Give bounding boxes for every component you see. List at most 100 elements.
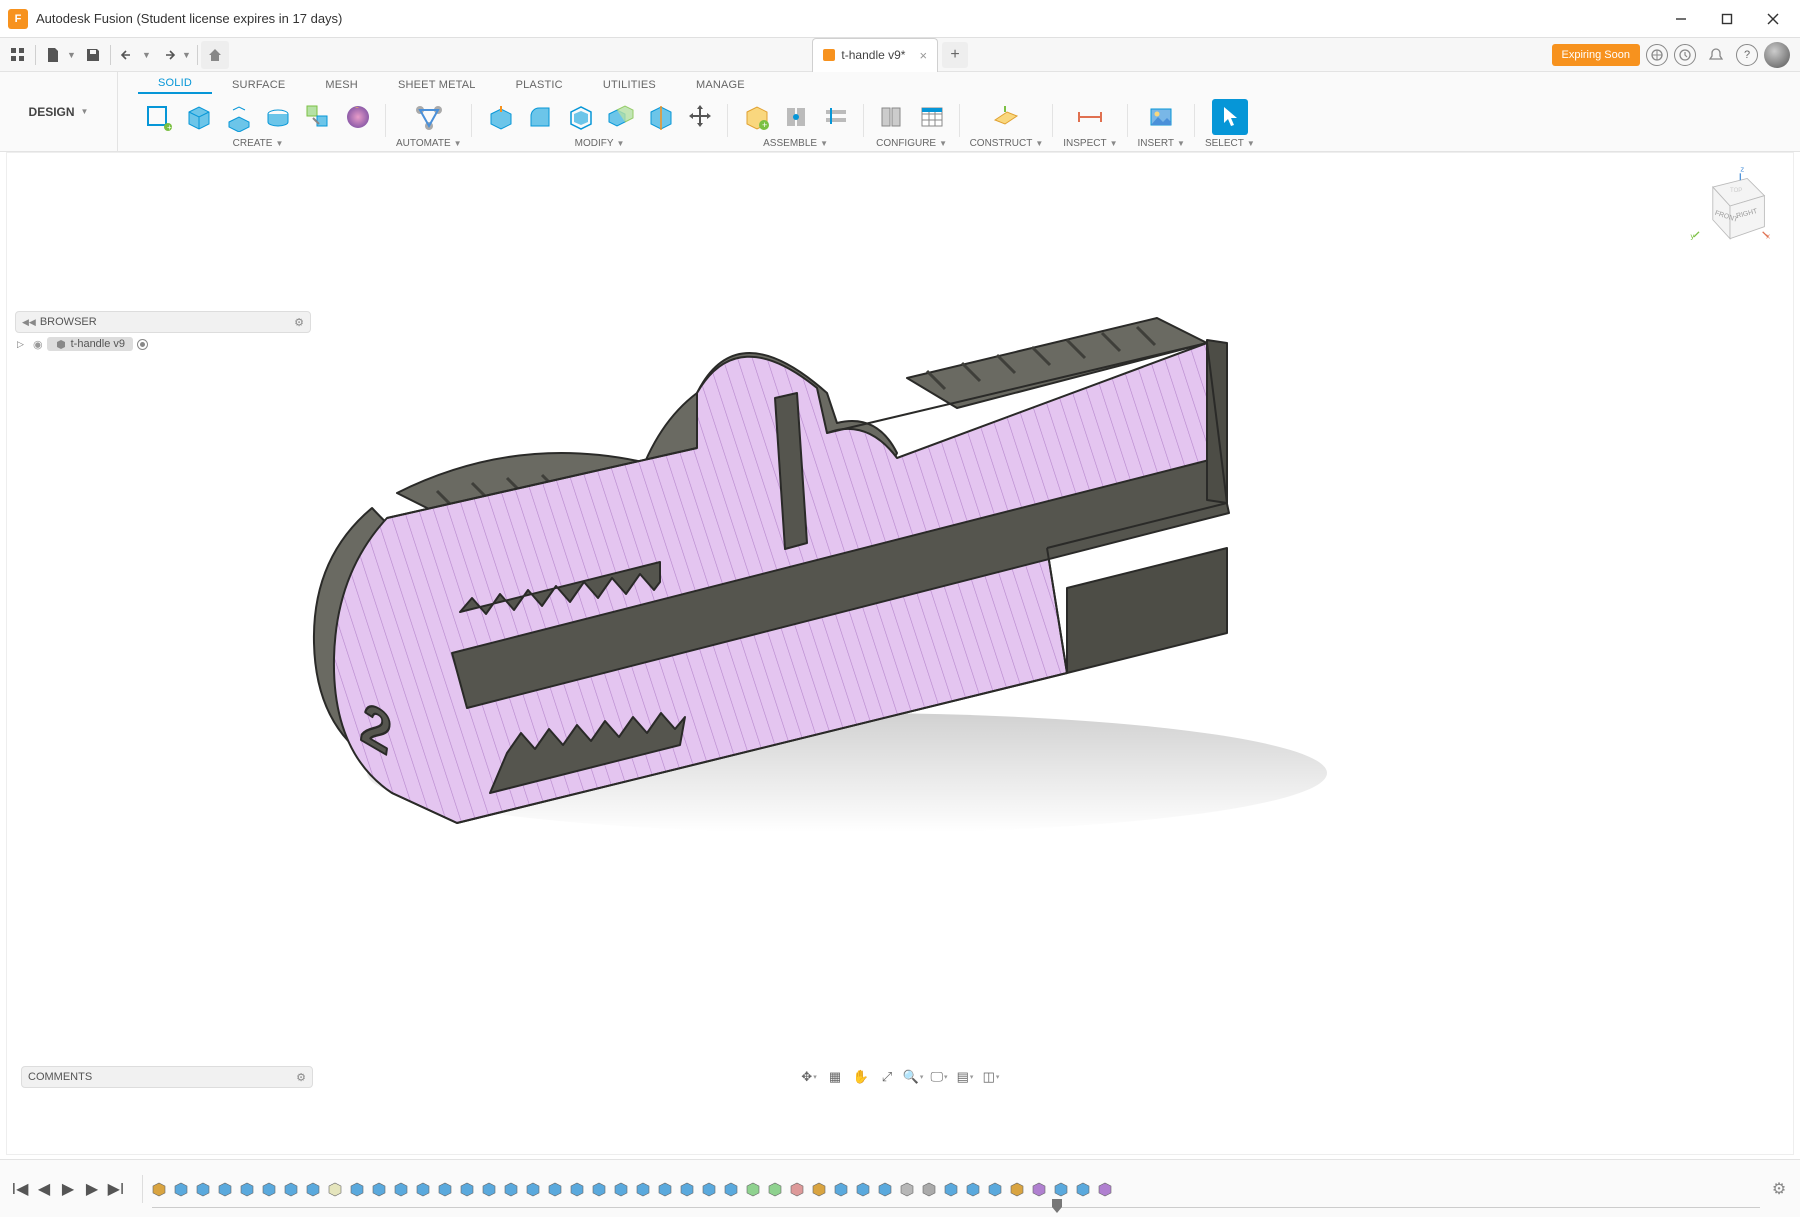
notifications-button[interactable] [1702,41,1730,69]
job-status-button[interactable] [1674,44,1696,66]
timeline-settings-button[interactable]: ⚙ [1768,1178,1790,1200]
timeline-feature[interactable] [655,1179,675,1199]
look-at-icon[interactable]: ▦ [824,1066,846,1088]
visibility-icon[interactable]: ◉ [33,338,43,351]
timeline-feature[interactable] [985,1179,1005,1199]
timeline-forward-button[interactable]: ▶ [82,1179,102,1199]
timeline-feature[interactable] [1073,1179,1093,1199]
timeline-feature[interactable] [567,1179,587,1199]
redo-button[interactable] [154,41,182,69]
timeline-feature[interactable] [589,1179,609,1199]
timeline-feature[interactable] [347,1179,367,1199]
maximize-button[interactable] [1704,0,1750,38]
timeline-feature[interactable] [853,1179,873,1199]
timeline-feature[interactable] [831,1179,851,1199]
timeline-play-button[interactable]: ▶ [58,1179,78,1199]
select-icon[interactable] [1212,99,1248,135]
group-label[interactable]: ASSEMBLE [763,138,817,149]
grid-settings-icon[interactable]: ▤▾ [954,1066,976,1088]
timeline-feature[interactable] [303,1179,323,1199]
timeline-feature[interactable] [677,1179,697,1199]
timeline-feature[interactable] [171,1179,191,1199]
close-button[interactable] [1750,0,1796,38]
timeline-feature[interactable] [259,1179,279,1199]
timeline-track[interactable] [152,1205,1760,1211]
timeline-feature[interactable] [523,1179,543,1199]
timeline-feature[interactable] [545,1179,565,1199]
tab-surface[interactable]: SURFACE [212,76,305,94]
display-settings-icon[interactable]: 🖵▾ [928,1066,950,1088]
insert-icon[interactable] [1143,99,1179,135]
group-label[interactable]: MODIFY [575,138,614,149]
combine-icon[interactable] [602,99,638,135]
timeline-feature[interactable] [633,1179,653,1199]
timeline-feature[interactable] [963,1179,983,1199]
move-icon[interactable] [682,99,718,135]
pan-icon[interactable]: ✋ [850,1066,872,1088]
timeline-feature[interactable] [743,1179,763,1199]
timeline-feature[interactable] [919,1179,939,1199]
timeline-feature[interactable] [501,1179,521,1199]
extensions-button[interactable] [1646,44,1668,66]
measure-icon[interactable] [1072,99,1108,135]
extrude-icon[interactable] [220,99,256,135]
minimize-button[interactable] [1658,0,1704,38]
orbit-icon[interactable]: ✥▾ [798,1066,820,1088]
group-label[interactable]: AUTOMATE [396,138,451,149]
timeline-marker[interactable] [1052,1199,1062,1213]
sketch-icon[interactable]: + [140,99,176,135]
loft-icon[interactable] [340,99,376,135]
group-label[interactable]: INSPECT [1063,138,1106,149]
workspace-switcher[interactable]: DESIGN▼ [0,72,118,151]
sweep-icon[interactable] [300,99,336,135]
save-button[interactable] [79,41,107,69]
timeline-feature[interactable] [809,1179,829,1199]
viewcube[interactable]: z x y FRONT RIGHT TOP [1687,163,1773,249]
timeline-feature[interactable] [149,1179,169,1199]
timeline-feature[interactable] [1095,1179,1115,1199]
timeline-feature[interactable] [875,1179,895,1199]
timeline-feature[interactable] [435,1179,455,1199]
close-tab-button[interactable]: × [919,48,927,63]
document-tab[interactable]: t-handle v9* × [812,38,938,72]
configure-icon[interactable] [874,99,910,135]
data-panel-button[interactable] [4,41,32,69]
viewport[interactable]: ◀◀ BROWSER ⚙ ▷ ◉ t-handle v9 z x y FRONT… [6,152,1794,1155]
new-component-icon[interactable]: + [738,99,774,135]
timeline-feature[interactable] [941,1179,961,1199]
undo-button[interactable] [114,41,142,69]
box-icon[interactable] [180,99,216,135]
activate-radio[interactable] [137,339,148,350]
comments-panel[interactable]: COMMENTS ⚙ [21,1066,313,1088]
timeline-start-button[interactable]: I◀ [10,1179,30,1199]
timeline-feature[interactable] [479,1179,499,1199]
tab-manage[interactable]: MANAGE [676,76,765,94]
user-avatar[interactable] [1764,42,1790,68]
revolve-icon[interactable] [260,99,296,135]
timeline-feature[interactable] [391,1179,411,1199]
tab-solid[interactable]: SOLID [138,74,212,94]
group-label[interactable]: CREATE [233,138,273,149]
new-tab-button[interactable]: + [942,42,968,68]
timeline-feature[interactable] [215,1179,235,1199]
help-button[interactable]: ? [1736,44,1758,66]
table-icon[interactable] [914,99,950,135]
timeline-feature[interactable] [699,1179,719,1199]
timeline-feature[interactable] [457,1179,477,1199]
group-label[interactable]: CONFIGURE [876,138,936,149]
tab-mesh[interactable]: MESH [305,76,378,94]
timeline-feature[interactable] [325,1179,345,1199]
timeline-feature[interactable] [281,1179,301,1199]
group-label[interactable]: CONSTRUCT [970,138,1033,149]
group-label[interactable]: SELECT [1205,138,1244,149]
component-chip[interactable]: t-handle v9 [47,337,133,351]
expiring-soon-badge[interactable]: Expiring Soon [1552,44,1641,66]
timeline-feature[interactable] [413,1179,433,1199]
file-menu-button[interactable] [39,41,67,69]
gear-icon[interactable]: ⚙ [296,1071,306,1084]
tab-sheet-metal[interactable]: SHEET METAL [378,76,496,94]
timeline-feature[interactable] [369,1179,389,1199]
press-pull-icon[interactable] [482,99,518,135]
fit-icon[interactable]: 🔍▾ [902,1066,924,1088]
timeline-feature[interactable] [721,1179,741,1199]
